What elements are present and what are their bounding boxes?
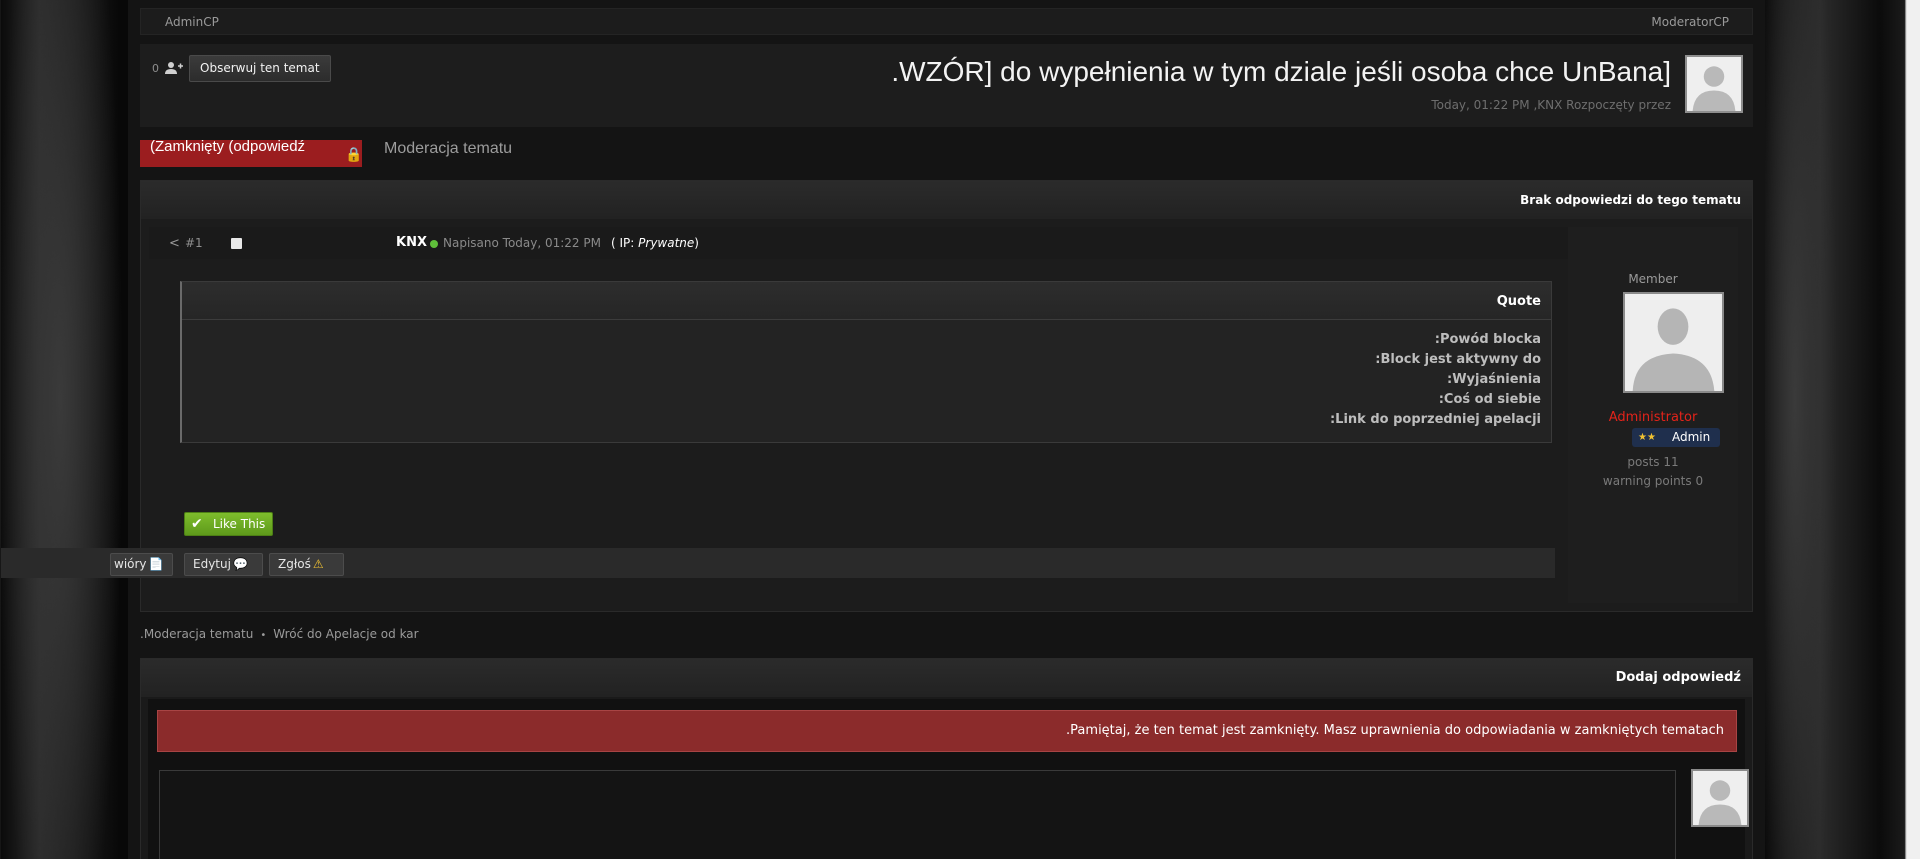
topic-starter-avatar[interactable] — [1685, 55, 1743, 113]
lock-icon: 🔒 — [345, 146, 362, 162]
post-ip-value: Prywatne — [638, 236, 695, 250]
forum-page: AdminCP ModeratorCP 0 Obserwuj ten temat… — [1, 0, 1765, 859]
admin-bar: AdminCP ModeratorCP — [140, 8, 1753, 35]
warning-icon: ⚠ — [312, 557, 324, 571]
like-label: Like This — [213, 517, 266, 531]
report-label: Zgłoś — [278, 557, 311, 571]
quote-reply-label: wióry — [114, 557, 147, 571]
follow-topic-button[interactable]: Obserwuj ten temat — [189, 55, 331, 82]
breadcrumb: .Moderacja tematu • Wróć do Apelacje od ka… — [140, 627, 419, 641]
post-quote: Quote :Powód blocka :Block jest aktywny … — [180, 281, 1552, 443]
post-ip-suffix: ) — [694, 236, 699, 250]
breadcrumb-separator: • — [260, 630, 267, 641]
closed-topic-button[interactable]: (Zamknięty (odpowiedź 🔒 — [140, 140, 362, 167]
speech-bubble-icon: 💬 — [232, 557, 248, 571]
current-user-avatar — [1691, 769, 1749, 827]
edit-label: Edytuj — [193, 557, 231, 571]
quote-line: :Block jest aktywny do — [1375, 352, 1541, 367]
quote-line: :Powód blocka — [1434, 332, 1541, 347]
page-scrollbar[interactable] — [1906, 0, 1920, 859]
reply-header: Dodaj odpowiedź — [141, 659, 1752, 697]
quote-line: :Wyjaśnienia — [1447, 372, 1541, 387]
admincp-link[interactable]: AdminCP — [165, 15, 219, 29]
author-panel: Member Administrator ★★ Admin posts 11 w… — [1568, 227, 1738, 603]
topic-title: .WZÓR] do wypełnienia w tym dziale jeśli… — [891, 56, 1671, 87]
author-posts: posts 11 — [1627, 455, 1679, 469]
online-status-icon — [430, 240, 438, 248]
like-button[interactable]: ✔ Like This — [184, 512, 273, 536]
topic-header: 0 Obserwuj ten temat .WZÓR] do wypełnien… — [140, 44, 1753, 127]
post-number-link[interactable]: #1 — [185, 236, 203, 250]
post-author-link[interactable]: KNX — [396, 235, 427, 250]
topic-meta: Today, 01:22 PM ,KNX Rozpoczęty przez — [1431, 98, 1671, 112]
share-icon[interactable]: < — [169, 236, 183, 251]
reply-section: Dodaj odpowiedź .Pamiętaj, że ten temat … — [140, 658, 1753, 859]
quote-body: :Powód blocka :Block jest aktywny do :Wy… — [1330, 330, 1541, 430]
quote-header: Quote — [182, 282, 1551, 320]
posts-container: Brak odpowiedzi do tego tematu < #1 KNX … — [1, 180, 1753, 612]
author-role: Administrator — [1608, 410, 1698, 425]
post-ip-prefix: ( IP: — [611, 236, 635, 250]
breadcrumb-moderation-link[interactable]: .Moderacja tematu — [140, 627, 253, 641]
author-avatar[interactable] — [1623, 292, 1724, 393]
reply-editor[interactable] — [159, 770, 1676, 859]
admin-badge: ★★ Admin — [1632, 428, 1720, 447]
moderatorcp-link[interactable]: ModeratorCP — [1651, 15, 1729, 29]
closed-topic-label: (Zamknięty (odpowiedź — [150, 140, 306, 155]
stars-icon: ★★ — [1638, 432, 1656, 443]
author-rank: Member — [1628, 272, 1678, 286]
reply-header-title: Dodaj odpowiedź — [1615, 670, 1741, 685]
topic-moderation-menu[interactable]: Moderacja tematu — [384, 140, 512, 158]
posts-header: Brak odpowiedzi do tego tematu — [141, 181, 1752, 219]
closed-topic-notice: .Pamiętaj, że ten temat jest zamknięty. … — [157, 710, 1737, 752]
check-icon: ✔ — [191, 516, 203, 532]
breadcrumb-back-link[interactable]: Wróć do Apelacje od kar — [273, 627, 418, 641]
posts-header-title: Brak odpowiedzi do tego tematu — [1520, 193, 1741, 207]
follower-count: 0 — [152, 62, 159, 75]
report-button[interactable]: Zgłoś ⚠ — [269, 553, 344, 576]
followers-icon — [165, 62, 183, 74]
post-ip: ( IP: Prywatne) — [611, 236, 699, 250]
post-date: Napisano Today, 01:22 PM — [443, 236, 601, 250]
admin-badge-label: Admin — [1672, 430, 1711, 444]
edit-button[interactable]: Edytuj 💬 — [184, 553, 263, 576]
post-info-row: < #1 KNX Napisano Today, 01:22 PM ( IP: … — [149, 227, 1738, 259]
post-select-checkbox[interactable] — [231, 238, 242, 249]
quote-line: :Link do poprzedniej apelacji — [1329, 412, 1541, 427]
document-icon: 📄 — [148, 557, 164, 571]
quote-reply-button[interactable]: wióry 📄 — [110, 553, 173, 576]
post-action-bar: wióry 📄 Edytuj 💬 Zgłoś ⚠ — [1, 548, 1555, 578]
quote-title: Quote — [1496, 294, 1541, 309]
closed-topic-notice-text: .Pamiętaj, że ten temat jest zamknięty. … — [1066, 723, 1724, 738]
quote-line: :Coś od siebie — [1438, 392, 1541, 407]
author-warning-points: warning points 0 — [1602, 474, 1704, 488]
